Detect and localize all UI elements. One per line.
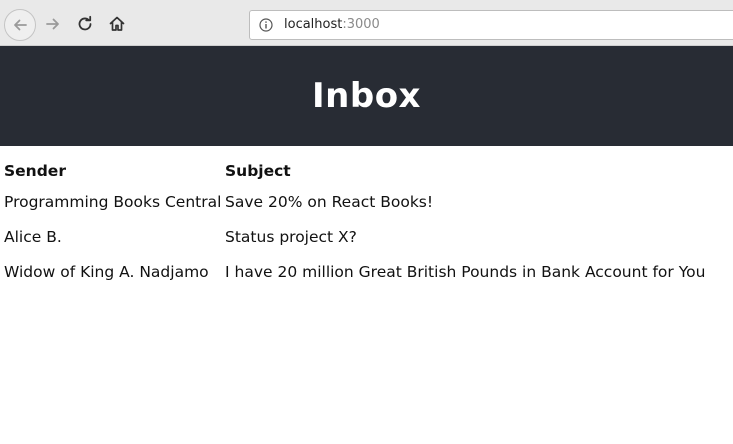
address-bar[interactable]: localhost:3000 xyxy=(249,10,733,40)
table-row[interactable]: Widow of King A. Nadjamo I have 20 milli… xyxy=(4,254,705,289)
reload-button[interactable] xyxy=(70,9,100,39)
subject-cell: Status project X? xyxy=(225,227,357,246)
browser-toolbar: localhost:3000 xyxy=(0,0,733,46)
url-text: localhost:3000 xyxy=(284,17,380,32)
back-button[interactable] xyxy=(4,9,36,41)
column-header-subject: Subject xyxy=(225,162,291,180)
arrow-right-icon xyxy=(46,18,59,30)
table-row[interactable]: Alice B. Status project X? xyxy=(4,219,705,254)
inbox-table: Sender Subject Programming Books Central… xyxy=(4,158,705,289)
url-port: :3000 xyxy=(342,17,380,32)
url-host: localhost xyxy=(284,17,343,32)
page-title: Inbox xyxy=(312,76,421,116)
subject-cell: Save 20% on React Books! xyxy=(225,192,434,211)
forward-button[interactable] xyxy=(38,9,68,39)
info-icon[interactable] xyxy=(259,18,273,32)
arrow-left-icon xyxy=(14,19,27,31)
table-row[interactable]: Programming Books Central Save 20% on Re… xyxy=(4,184,705,219)
sender-cell: Widow of King A. Nadjamo xyxy=(4,262,209,281)
table-header-row: Sender Subject xyxy=(4,158,705,184)
subject-cell: I have 20 million Great British Pounds i… xyxy=(225,262,706,281)
app-header: Inbox xyxy=(0,46,733,146)
sender-cell: Alice B. xyxy=(4,227,62,246)
reload-icon xyxy=(78,15,92,31)
sender-cell: Programming Books Central xyxy=(4,192,222,211)
home-icon xyxy=(109,16,125,31)
home-button[interactable] xyxy=(102,9,132,39)
column-header-sender: Sender xyxy=(4,162,66,180)
